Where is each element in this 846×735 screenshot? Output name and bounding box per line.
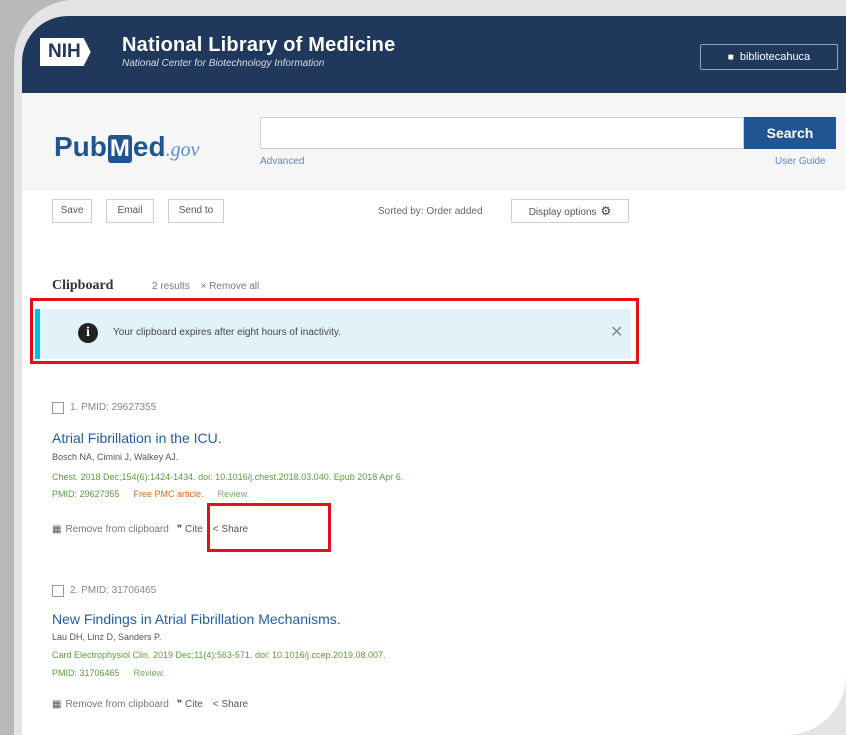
result-pmid-line: PMID: 29627355 Free PMC article. Review. bbox=[52, 489, 249, 499]
free-pmc-link[interactable]: Free PMC article. bbox=[134, 489, 204, 499]
publication-type: Review. bbox=[217, 489, 250, 499]
cite-label: Cite bbox=[185, 524, 203, 535]
send-to-button[interactable]: Send to bbox=[168, 199, 224, 223]
result-count: 2 results bbox=[152, 281, 190, 292]
nlm-branding[interactable]: National Library of Medicine National Ce… bbox=[122, 34, 395, 69]
nlm-title: National Library of Medicine bbox=[122, 34, 396, 56]
clipboard-icon: ▦ bbox=[52, 524, 62, 535]
nih-logo[interactable]: NIH bbox=[40, 38, 91, 66]
remove-from-clipboard-button[interactable]: Remove from clipboard bbox=[65, 524, 168, 535]
clipboard-meta: 2 results × Remove all bbox=[152, 281, 259, 292]
display-options-label: Display options bbox=[528, 207, 597, 218]
cite-button[interactable]: ❞ Cite bbox=[177, 524, 203, 535]
cite-label: Cite bbox=[185, 699, 203, 710]
user-icon: ■ bbox=[727, 52, 734, 63]
clipboard-title: Clipboard bbox=[52, 278, 114, 293]
result-pmid-line: PMID: 31706465 Review. bbox=[52, 668, 165, 678]
nlm-subtitle: National Center for Biotechnology Inform… bbox=[122, 58, 325, 69]
display-options-button[interactable]: Display options ⚙ bbox=[511, 199, 629, 223]
result-authors: Lau DH, Linz D, Sanders P. bbox=[52, 632, 162, 642]
remove-all-link[interactable]: × Remove all bbox=[201, 281, 260, 292]
highlight-box-alert bbox=[30, 298, 639, 364]
user-guide-link[interactable]: User Guide bbox=[775, 156, 826, 167]
advanced-search-link[interactable]: Advanced bbox=[260, 156, 304, 167]
logo-pub: Pub bbox=[54, 131, 107, 162]
share-label: Share bbox=[221, 699, 249, 710]
nih-badge: NIH bbox=[40, 38, 91, 66]
nih-header: NIH National Library of Medicine Nationa… bbox=[22, 16, 846, 93]
user-account-button[interactable]: ■ bibliotecahuca bbox=[700, 44, 838, 70]
result-number: 2. PMID: 31706465 bbox=[70, 585, 157, 596]
clipboard-icon: ▦ bbox=[52, 699, 62, 710]
logo-gov: .gov bbox=[165, 139, 200, 161]
result-citation: Chest. 2018 Dec;154(6):1424-1434. doi: 1… bbox=[52, 472, 404, 482]
cite-button[interactable]: ❞ Cite bbox=[177, 699, 203, 710]
quote-icon: ❞ bbox=[176, 524, 185, 535]
result-number: 1. PMID: 29627355 bbox=[70, 402, 157, 413]
result-title[interactable]: Atrial Fibrillation in the ICU. bbox=[52, 430, 222, 446]
search-input[interactable] bbox=[260, 117, 744, 149]
pubmed-logo[interactable]: Pub Med.gov bbox=[54, 131, 199, 163]
result-pmid: PMID: 31706465 bbox=[52, 668, 120, 678]
logo-m: M bbox=[107, 135, 132, 163]
result-checkbox[interactable] bbox=[52, 585, 64, 597]
email-button[interactable]: Email bbox=[106, 199, 154, 223]
search-band: Pub Med.gov Search Advanced User Guide bbox=[22, 93, 846, 191]
result-actions: ▦ Remove from clipboard ❞ Cite < Share bbox=[52, 699, 248, 710]
result-checkbox[interactable] bbox=[52, 402, 64, 414]
gear-icon: ⚙ bbox=[600, 204, 612, 218]
save-button[interactable]: Save bbox=[52, 199, 92, 223]
result-citation: Card Electrophysiol Clin. 2019 Dec;11(4)… bbox=[52, 650, 386, 660]
result-pmid: PMID: 29627355 bbox=[52, 489, 120, 499]
highlight-box-cite-share bbox=[207, 503, 331, 552]
result-authors: Bosch NA, Cimini J, Walkey AJ. bbox=[52, 452, 179, 462]
username: bibliotecahuca bbox=[739, 51, 811, 63]
publication-type: Review. bbox=[133, 668, 166, 678]
share-button[interactable]: < Share bbox=[213, 699, 248, 710]
result-title[interactable]: New Findings in Atrial Fibrillation Mech… bbox=[52, 611, 341, 627]
search-button[interactable]: Search bbox=[744, 117, 836, 149]
logo-ed: ed bbox=[132, 131, 166, 162]
sort-label: Sorted by: Order added bbox=[378, 206, 483, 217]
remove-from-clipboard-button[interactable]: Remove from clipboard bbox=[65, 699, 168, 710]
quote-icon: ❞ bbox=[176, 699, 185, 710]
page: NIH National Library of Medicine Nationa… bbox=[22, 16, 846, 735]
